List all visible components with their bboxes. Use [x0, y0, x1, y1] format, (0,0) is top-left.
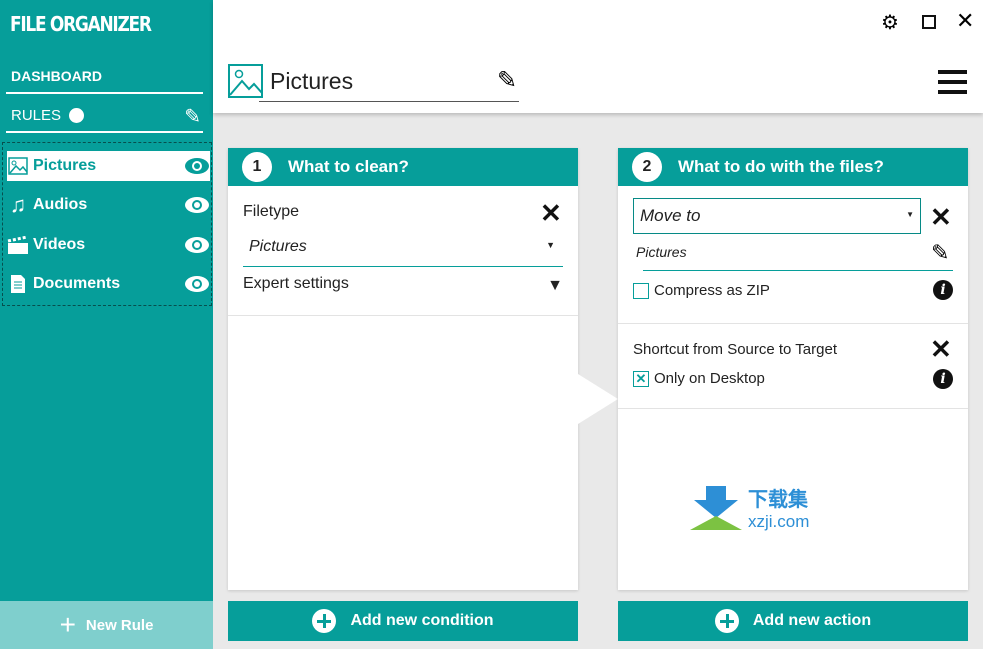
eye-icon[interactable]	[184, 193, 210, 217]
conditions-header: 1 What to clean?	[228, 148, 578, 186]
add-condition-label: Add new condition	[350, 612, 494, 629]
rule-name-input[interactable]: Pictures	[259, 62, 519, 102]
header: ⚙ ✕ Pictures ✎	[213, 0, 983, 113]
divider	[618, 323, 968, 324]
expert-settings-label: Expert settings	[243, 275, 349, 292]
item-label: Videos	[33, 236, 86, 253]
watermark-site: xzji.com	[748, 512, 810, 531]
info-icon[interactable]: i	[933, 280, 953, 300]
watermark: 下载集 xzji.com	[690, 483, 809, 532]
plus-circle-icon	[714, 609, 739, 633]
hamburger-menu-icon[interactable]	[938, 70, 967, 94]
dashboard-label: DASHBOARD	[11, 68, 102, 84]
action-select[interactable]: Move to ▼	[633, 198, 921, 234]
watermark-cn: 下载集	[748, 489, 808, 511]
sidebar-item-documents[interactable]: Documents	[7, 269, 210, 299]
divider	[618, 408, 968, 409]
expert-settings-toggle[interactable]: Expert settings ▼	[243, 275, 563, 294]
item-label: Pictures	[33, 157, 97, 174]
item-label: Audios	[33, 196, 88, 213]
edit-rules-icon[interactable]: ✎	[184, 104, 201, 129]
sidebar: FILE ORGANIZER DASHBOARD RULES ✎ Picture…	[0, 0, 213, 649]
item-label: Documents	[33, 275, 121, 292]
conditions-title: What to clean?	[288, 157, 409, 176]
music-icon: ♫	[9, 192, 27, 217]
nav-rules[interactable]: RULES ✎	[6, 99, 203, 133]
sidebar-item-videos[interactable]: Videos	[7, 230, 210, 260]
actions-title: What to do with the files?	[678, 157, 884, 176]
eye-icon[interactable]	[184, 154, 210, 178]
compress-label: Compress as ZIP	[654, 282, 770, 299]
add-action-button[interactable]: Add new action	[618, 601, 968, 641]
maximize-icon[interactable]	[922, 15, 936, 29]
add-condition-button[interactable]: Add new condition	[228, 601, 578, 641]
checkbox[interactable]	[633, 282, 649, 299]
filetype-label: Filetype	[243, 203, 300, 220]
remove-condition-icon[interactable]: ✕	[540, 200, 562, 226]
actions-header: 2 What to do with the files?	[618, 148, 968, 186]
filetype-value: Pictures	[249, 238, 307, 255]
rules-label: RULES	[11, 106, 62, 124]
target-folder-field[interactable]: Pictures	[636, 244, 687, 260]
dropdown-arrow-icon: ▼	[906, 210, 914, 219]
sidebar-item-pictures[interactable]: Pictures	[7, 151, 210, 181]
desktop-label: Only on Desktop	[654, 370, 765, 387]
dropdown-arrow-icon: ▼	[546, 240, 555, 250]
image-icon	[7, 155, 29, 177]
add-action-label: Add new action	[752, 612, 872, 629]
actions-card: 2 What to do with the files? Move to ▼ ✕ …	[618, 148, 968, 590]
filetype-select[interactable]: Pictures ▼	[243, 234, 563, 267]
only-desktop-checkbox[interactable]: ✕ Only on Desktop	[633, 370, 765, 387]
step-number: 2	[632, 152, 662, 182]
compress-zip-checkbox[interactable]: Compress as ZIP	[633, 282, 770, 299]
close-icon[interactable]: ✕	[956, 8, 974, 34]
settings-icon[interactable]: ⚙	[881, 10, 899, 35]
document-icon	[7, 273, 29, 295]
rules-list: Pictures ♫ Audios Videos Documents	[2, 142, 212, 306]
caret-down-icon: ▼	[547, 277, 563, 294]
clapperboard-icon	[7, 234, 29, 256]
eye-icon[interactable]	[184, 272, 210, 296]
info-icon[interactable]	[69, 107, 85, 123]
checked-icon[interactable]: ✕	[633, 370, 649, 387]
sidebar-item-audios[interactable]: ♫ Audios	[7, 190, 210, 220]
flow-arrow	[578, 374, 618, 424]
app-logo: FILE ORGANIZER	[10, 12, 152, 36]
new-rule-button[interactable]: + New Rule	[0, 601, 213, 649]
plus-circle-icon	[312, 609, 337, 633]
target-underline	[643, 270, 953, 271]
action-value: Move to	[640, 206, 701, 225]
watermark-logo	[690, 485, 742, 530]
rule-name: Pictures	[270, 68, 354, 94]
edit-name-icon[interactable]: ✎	[497, 66, 517, 95]
edit-target-icon[interactable]: ✎	[931, 240, 949, 266]
nav-dashboard[interactable]: DASHBOARD	[6, 60, 203, 94]
plus-icon: +	[59, 609, 76, 640]
new-rule-label: New Rule	[85, 616, 154, 634]
step-number: 1	[242, 152, 272, 182]
remove-shortcut-icon[interactable]: ✕	[930, 336, 952, 362]
eye-icon[interactable]	[184, 233, 210, 257]
divider	[228, 315, 578, 316]
info-icon[interactable]: i	[933, 369, 953, 389]
conditions-card: 1 What to clean? Filetype ✕ Pictures ▼ Ex…	[228, 148, 578, 590]
remove-action-icon[interactable]: ✕	[930, 204, 952, 230]
shortcut-label: Shortcut from Source to Target	[633, 341, 837, 358]
